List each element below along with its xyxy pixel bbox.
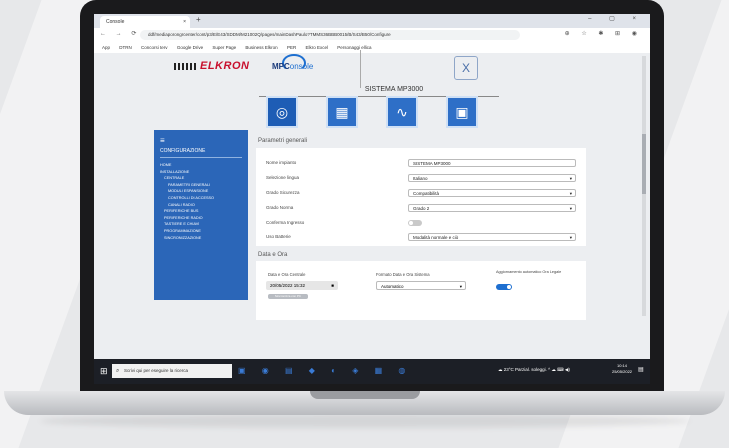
url-input[interactable]: ddf/mediaporongrcenter/cont/p3/E/E43/SDD… xyxy=(140,30,520,40)
sidebar-menu: HOME INSTALLAZIONE CENTRALE PARAMETRI GE… xyxy=(160,162,214,241)
search-icon: ⌕ xyxy=(116,368,120,374)
browser-tab[interactable]: Console × xyxy=(100,16,190,28)
header-divider xyxy=(360,50,361,88)
param-label: Selezione lingua xyxy=(266,175,300,180)
bookmark-item[interactable]: Concorsi terv xyxy=(141,42,168,53)
current-datetime-field: 20/05/2022 15:32 ■ xyxy=(266,281,338,290)
sidebar-item[interactable]: CONTROLLI DI ACCESSO xyxy=(160,195,214,202)
sidebar-item[interactable]: PERIFERICHE RADIO xyxy=(160,215,214,222)
sidebar-item[interactable]: CENTRALE xyxy=(160,175,214,182)
close-console-button[interactable]: X xyxy=(454,56,478,80)
tab-title: Console xyxy=(106,19,125,25)
window-controls[interactable]: – ▢ × xyxy=(588,15,644,22)
mpconsole-logo: MPConsole xyxy=(272,54,316,80)
bookmark-item[interactable]: Personaggi ellica xyxy=(337,42,371,53)
sidebar-heading: CONFIGURAZIONE xyxy=(160,148,206,154)
datetime-card: Data e Ora Centrale 20/05/2022 15:32 ■ Si… xyxy=(256,261,586,320)
tile-waveform-icon[interactable]: ∿ xyxy=(386,96,418,128)
elkron-logo: ELKRON xyxy=(174,60,249,72)
chevron-down-icon: ▾ xyxy=(569,176,572,181)
browser-tab-bar: Console × + – ▢ × xyxy=(94,14,650,28)
chevron-down-icon: ▾ xyxy=(569,206,572,211)
chevron-down-icon: ▾ xyxy=(569,235,572,240)
sidebar-item[interactable]: PROGRAMMAZIONE xyxy=(160,228,214,235)
sidebar: ≡ CONFIGURAZIONE HOME INSTALLAZIONE CENT… xyxy=(154,130,248,300)
bookmark-item[interactable]: Business Elkron xyxy=(245,42,277,53)
param-label: Grado Sicurezza xyxy=(266,190,300,195)
battery-use-select[interactable]: Modalità normale e ciò ▾ xyxy=(408,233,576,241)
sidebar-item[interactable]: TASTIERE E CHIAVI xyxy=(160,221,214,228)
bookmark-item[interactable]: App xyxy=(102,42,110,53)
security-grade-select[interactable]: Compatibilità ▾ xyxy=(408,189,576,197)
bookmark-item[interactable]: Super Page xyxy=(212,42,236,53)
param-label: Grado Norma xyxy=(266,205,294,210)
address-bar: ← → ⟳ ddf/mediaporongrcenter/cont/p3/E/E… xyxy=(94,28,650,43)
tile-keypad-icon[interactable]: ▦ xyxy=(326,96,358,128)
bookmark-item[interactable]: PER xyxy=(287,42,296,53)
taskbar-search-input[interactable]: ⌕ Scrivi qui per eseguire la ricerca xyxy=(112,364,232,378)
browser-toolbar-icons[interactable]: ⊕ ☆ ✱ ⊞ ◉ xyxy=(565,30,642,37)
general-params-card: Nome impianto SISTEMA MP3000 Selezione l… xyxy=(256,148,586,246)
laptop-screen: Console × + – ▢ × ← → ⟳ ddf/mediaporongr… xyxy=(94,14,650,384)
sidebar-item[interactable]: MODULI ESPANSIONE xyxy=(160,188,214,195)
scrollbar-thumb[interactable] xyxy=(642,134,646,194)
sync-pc-button[interactable]: Sincronizza con PC xyxy=(268,294,308,299)
norm-grade-select[interactable]: Grado 2 ▾ xyxy=(408,204,576,212)
sidebar-item[interactable]: SINCRONIZZAZIONE xyxy=(160,235,214,242)
sidebar-item[interactable]: PARAMETRI GENERALI xyxy=(160,182,214,189)
datetime-section-title: Data e Ora xyxy=(258,252,288,258)
laptop-notch xyxy=(310,391,420,399)
format-label: Formato Data e Ora Sistema xyxy=(376,272,430,277)
new-tab-button[interactable]: + xyxy=(196,15,201,24)
sidebar-item[interactable]: PERIFERICHE BUS xyxy=(160,208,214,215)
param-label: Uso Batterie xyxy=(266,234,291,239)
sidebar-item[interactable]: HOME xyxy=(160,162,214,169)
datetime-format-select[interactable]: Automatico ▾ xyxy=(376,281,466,290)
system-tray[interactable]: ☁ 23°C Parzial. soleggi. ^ ☁ ⌨ ◀) xyxy=(498,367,570,373)
bookmark-item[interactable]: Google Drive xyxy=(177,42,203,53)
auto-dst-label: Aggiornamento automatico Ora Legale xyxy=(496,270,562,274)
start-menu-icon[interactable]: ⊞ xyxy=(100,366,108,377)
tile-settings-icon[interactable]: ◎ xyxy=(266,96,298,128)
param-label: Nome impianto xyxy=(266,160,297,165)
bookmark-item[interactable]: DTRN xyxy=(119,42,132,53)
current-datetime-label: Data e Ora Centrale xyxy=(268,272,306,277)
close-tab-icon[interactable]: × xyxy=(183,16,186,28)
logo-stripes xyxy=(174,62,198,70)
bookmark-item[interactable]: Elkro Excel xyxy=(305,42,328,53)
navigation-buttons[interactable]: ← → ⟳ xyxy=(100,30,140,37)
menu-icon[interactable]: ≡ xyxy=(160,136,165,145)
auto-dst-toggle[interactable] xyxy=(496,284,512,290)
sidebar-item[interactable]: CANALI RADIO xyxy=(160,202,214,209)
notifications-icon[interactable]: ▤ xyxy=(638,366,644,373)
system-title: SISTEMA MP3000 xyxy=(364,86,424,93)
chevron-down-icon: ▾ xyxy=(569,191,572,196)
system-name-input[interactable]: SISTEMA MP3000 xyxy=(408,159,576,167)
taskbar-app-icons[interactable]: ▣ ◉ ▤ ◆ ◐ ◈ ▦ ◍ xyxy=(238,366,412,375)
lock-icon: ■ xyxy=(331,283,334,288)
general-section-title: Parametri generali xyxy=(258,138,308,144)
language-select[interactable]: Italiano ▾ xyxy=(408,174,576,182)
sidebar-divider xyxy=(160,157,242,158)
laptop-shadow xyxy=(40,414,690,428)
chevron-down-icon: ▾ xyxy=(459,284,462,289)
sidebar-item[interactable]: INSTALLAZIONE xyxy=(160,169,214,176)
windows-taskbar: ⊞ ⌕ Scrivi qui per eseguire la ricerca ▣… xyxy=(94,359,650,384)
taskbar-clock[interactable]: 10:14 25/05/2022 xyxy=(612,363,632,375)
entry-confirm-toggle[interactable] xyxy=(408,220,422,226)
param-label: Conferma Ingresso xyxy=(266,220,305,225)
tile-folder-icon[interactable]: ▣ xyxy=(446,96,478,128)
